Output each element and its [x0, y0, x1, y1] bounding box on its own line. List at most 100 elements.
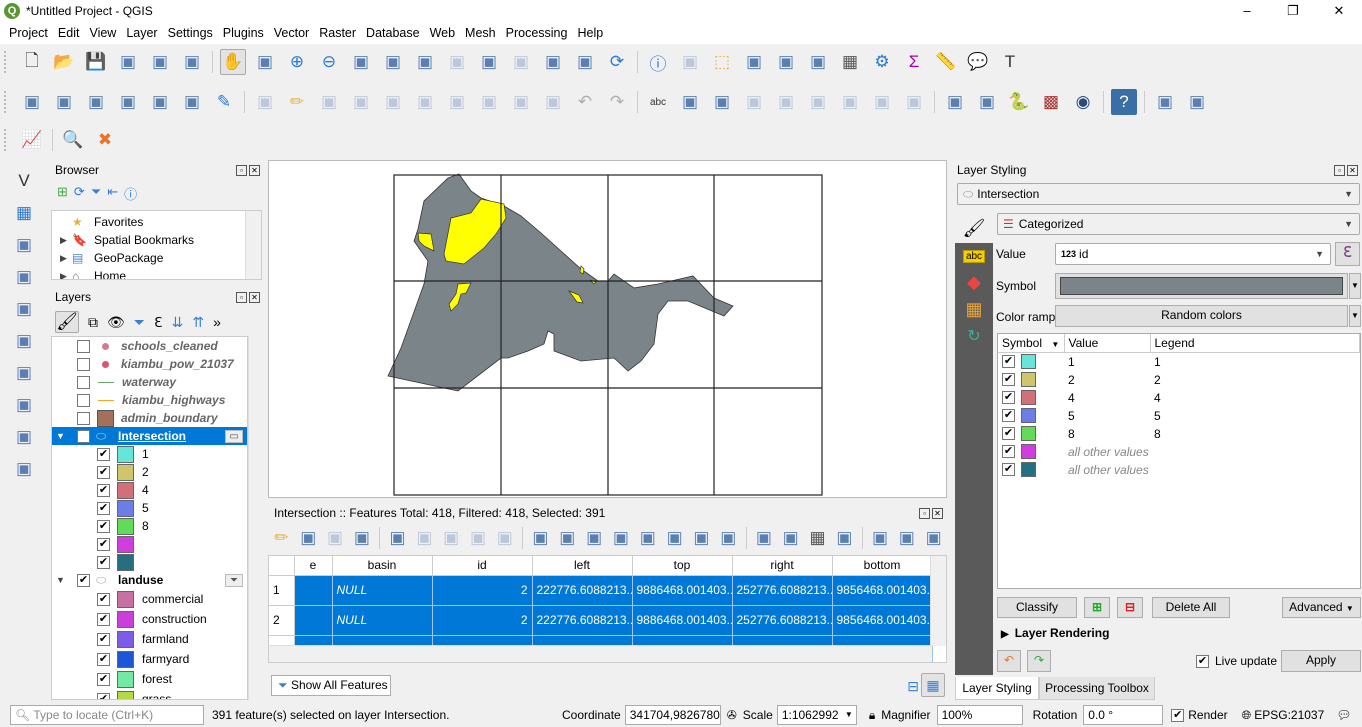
zoom-in-icon[interactable]: ⊕ — [284, 49, 310, 75]
category-symbol[interactable]: ✔ — [998, 389, 1064, 407]
menu-mesh[interactable]: Mesh — [460, 26, 501, 40]
paste-features-icon[interactable]: ▣ — [540, 89, 566, 115]
move-label-icon[interactable]: ▣ — [837, 89, 863, 115]
class-visibility-checkbox[interactable]: ✔ — [97, 652, 110, 666]
zoom-selection-icon[interactable]: ▣ — [718, 525, 739, 551]
add-wfs-icon[interactable]: ▣ — [9, 424, 39, 450]
show-bookmarks-icon[interactable]: ▣ — [572, 49, 598, 75]
category-legend[interactable]: 8 — [1150, 425, 1360, 443]
close-icon[interactable]: ✕ — [249, 291, 260, 303]
legend-class-item[interactable]: ✔ 1 — [52, 445, 247, 463]
category-checkbox[interactable]: ✔ — [1002, 355, 1015, 368]
legend-class-item[interactable]: ✔ forest — [52, 669, 247, 689]
renderer-selector[interactable]: ☰ Categorized ▼ — [997, 213, 1360, 235]
show-hide-labels-icon[interactable]: ▣ — [805, 89, 831, 115]
save-project-icon[interactable]: 💾 — [83, 49, 109, 75]
cell-bottom[interactable]: 9856468.001403... — [832, 575, 933, 606]
dock-toggle-icon[interactable]: ▣ — [870, 525, 891, 551]
cell-right[interactable]: 252776.6088213... — [732, 575, 833, 606]
save-as-icon[interactable]: ▣ — [115, 49, 141, 75]
layer-visibility-checkbox[interactable]: ✔ — [77, 429, 90, 443]
layout-manager-icon[interactable]: ▣ — [179, 49, 205, 75]
category-value[interactable]: 2 — [1064, 371, 1150, 389]
extents-toggle-icon[interactable]: ✇ — [727, 708, 737, 722]
layer-rendering-section[interactable]: ▶ Layer Rendering — [1001, 626, 1109, 640]
collapse-all-icon[interactable]: ⇈ — [192, 314, 204, 331]
label-toolbar-icon[interactable]: abc — [645, 89, 671, 115]
class-visibility-checkbox[interactable]: ✔ — [97, 555, 110, 569]
legend-class-item[interactable]: ✔ commercial — [52, 589, 247, 609]
cell-basin[interactable]: NULL — [332, 605, 433, 636]
float-icon[interactable]: ▫ — [919, 507, 930, 519]
rotation-spinbox[interactable]: 0.0 ° — [1083, 705, 1164, 725]
new-project-icon[interactable]: 🗋 — [19, 49, 45, 75]
col-symbol[interactable]: Symbol ▼ — [998, 334, 1065, 353]
class-visibility-checkbox[interactable]: ✔ — [97, 465, 110, 479]
quickmap-services-icon[interactable]: 🔍 — [60, 127, 86, 153]
locator-input[interactable]: 🔍︎ Type to locate (Ctrl+K) — [10, 705, 204, 725]
category-symbol[interactable]: ✔ — [998, 353, 1064, 371]
col-value[interactable]: Value — [1064, 334, 1151, 353]
class-visibility-checkbox[interactable]: ✔ — [97, 447, 110, 461]
expand-arrow-icon[interactable]: ▶ — [60, 253, 72, 264]
category-symbol[interactable]: ✔ — [998, 407, 1064, 425]
legend-class-item[interactable]: ✔ 8 — [52, 517, 247, 535]
measure-icon[interactable]: 📏 — [933, 49, 959, 75]
row-number[interactable]: 1 — [269, 575, 295, 606]
new-virtual-layer-icon[interactable]: ▣ — [147, 89, 173, 115]
table-row[interactable]: 1 NULL 2 222776.6088213... 9886468.001403...… — [269, 575, 933, 606]
processing-toolbox-icon[interactable]: ⚙ — [869, 49, 895, 75]
layer-labeling-icon[interactable]: ▣ — [709, 89, 735, 115]
layer-visibility-checkbox[interactable] — [77, 393, 90, 407]
category-row[interactable]: ✔ all other values — [998, 461, 1360, 479]
refresh-icon[interactable]: ⟳ — [74, 184, 85, 203]
class-visibility-checkbox[interactable]: ✔ — [97, 692, 110, 699]
cell-basin[interactable]: NULL — [332, 575, 433, 606]
browser-scrollbar[interactable] — [245, 211, 261, 279]
field-calculator-icon[interactable]: ▦ — [807, 525, 828, 551]
layer-item-landuse[interactable]: ▼ ✔ ⬭ landuse ⏷ — [52, 571, 247, 589]
metasearch-2-icon[interactable]: ▣ — [974, 89, 1000, 115]
field-calculator-icon[interactable]: ▦ — [837, 49, 863, 75]
layer-item-Intersection[interactable]: ▼ ✔ ⬭ Intersection ▭ — [52, 427, 247, 445]
zoom-last-icon[interactable]: ▣ — [476, 49, 502, 75]
layer-visibility-checkbox[interactable]: ✔ — [77, 573, 90, 587]
color-ramp-button[interactable]: Random colors — [1055, 305, 1348, 327]
layer-visibility-checkbox[interactable] — [77, 357, 90, 371]
add-raster-layer-icon[interactable]: ▦ — [9, 200, 39, 226]
cell-top[interactable]: 9886468.001403... — [632, 575, 733, 606]
menu-edit[interactable]: Edit — [53, 26, 85, 40]
browser-item-favorites[interactable]: ★ Favorites — [52, 213, 261, 231]
modify-attributes-icon[interactable]: ▣ — [412, 89, 438, 115]
data-source-manager-icon[interactable]: ▣ — [19, 89, 45, 115]
new-spatialite-icon[interactable]: ▣ — [115, 89, 141, 115]
classify-button[interactable]: Classify — [997, 597, 1077, 618]
add-vector-layer-icon[interactable]: V — [9, 168, 39, 194]
invert-selection-icon[interactable]: ▣ — [584, 525, 605, 551]
add-polygon-icon[interactable]: ▣ — [348, 89, 374, 115]
new-bookmark-icon[interactable]: ▣ — [540, 49, 566, 75]
pan-icon[interactable]: ✋ — [220, 49, 246, 75]
save-edits-icon[interactable]: ▣ — [325, 525, 346, 551]
layer-item-admin_boundary[interactable]: admin_boundary — [52, 409, 247, 427]
attribute-hscroll[interactable] — [269, 645, 932, 662]
expand-arrow-icon[interactable]: ▶ — [60, 235, 72, 246]
category-row[interactable]: ✔ 1 1 — [998, 352, 1360, 371]
class-visibility-checkbox[interactable]: ✔ — [97, 483, 110, 497]
delete-selected-icon[interactable]: ▣ — [414, 525, 435, 551]
zoom-layer-icon[interactable]: ▣ — [412, 49, 438, 75]
new-geopackage-icon[interactable]: ▣ — [51, 89, 77, 115]
color-ramp-dropdown[interactable]: ▼ — [1349, 305, 1361, 327]
category-symbol[interactable]: ✔ — [998, 371, 1064, 389]
help-icon[interactable]: ? — [1111, 89, 1137, 115]
identify-icon[interactable]: ⓘ — [645, 49, 671, 75]
render-checkbox[interactable]: ✔ — [1171, 708, 1185, 722]
delete-all-button[interactable]: Delete All — [1152, 597, 1230, 618]
category-checkbox[interactable]: ✔ — [1002, 391, 1015, 404]
category-value[interactable]: 4 — [1064, 389, 1150, 407]
add-selected-icon[interactable]: ⊞ — [57, 184, 68, 203]
rotate-label-icon[interactable]: ▣ — [869, 89, 895, 115]
plugin-tool-icon[interactable]: ✖ — [92, 127, 118, 153]
category-legend[interactable] — [1150, 443, 1360, 461]
table-row[interactable]: 2 NULL 2 222776.6088213... 9886468.001403...… — [269, 605, 933, 636]
